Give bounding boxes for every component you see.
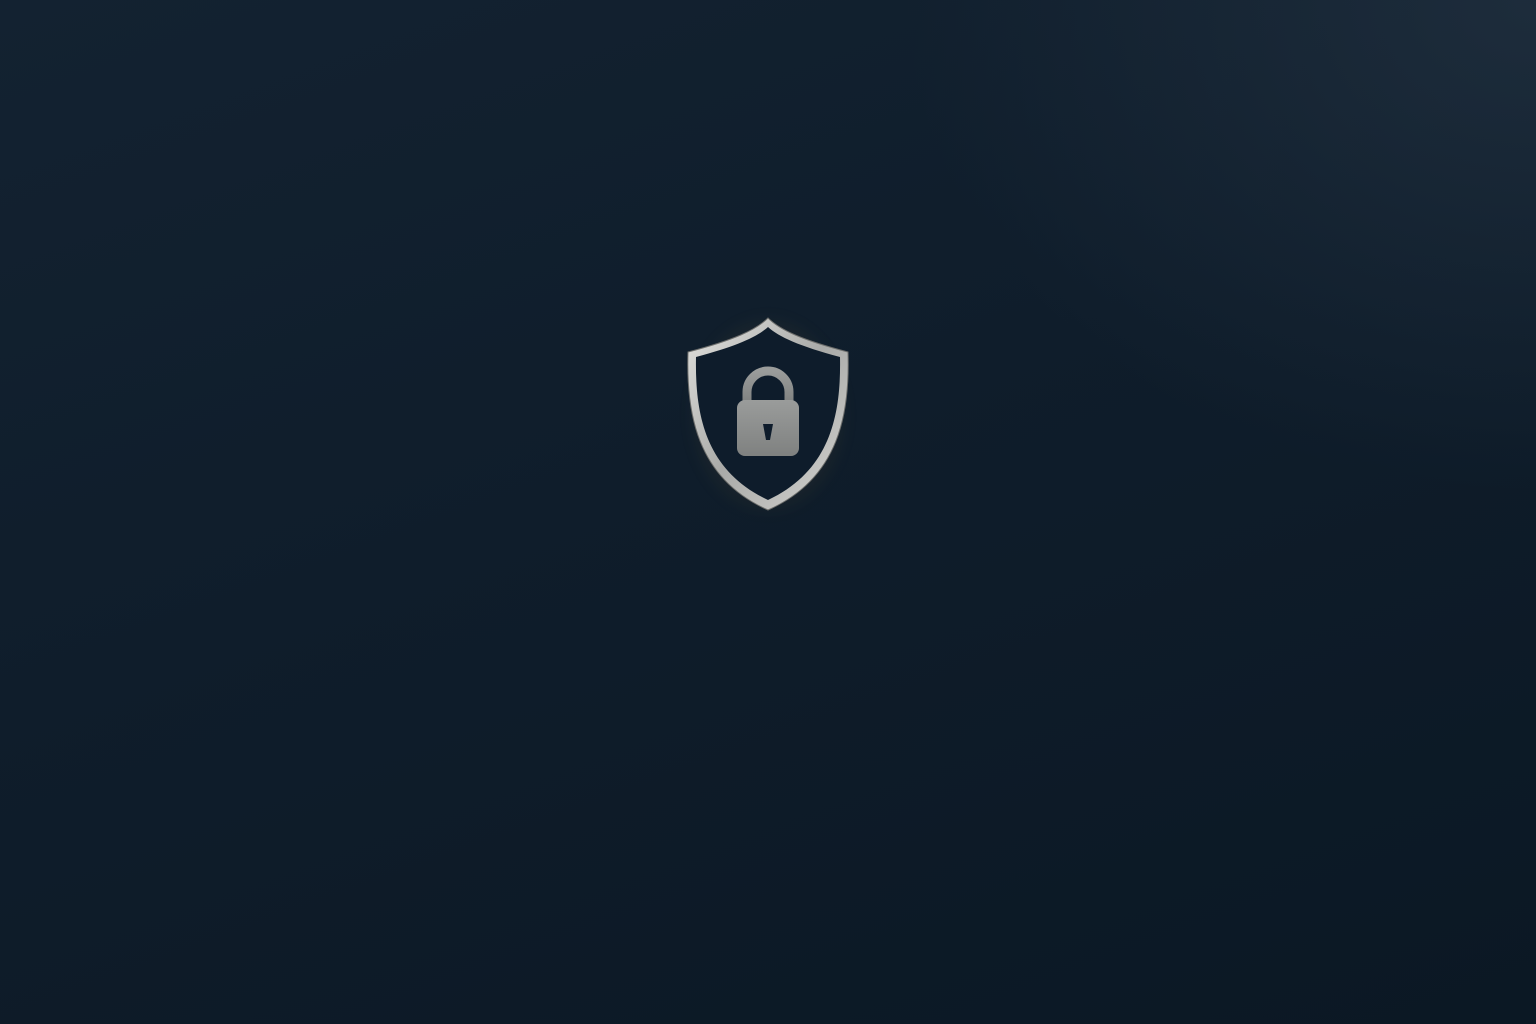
lock-screen [0, 0, 1536, 1024]
shield-lock-icon [687, 317, 849, 511]
security-emblem [664, 300, 872, 532]
